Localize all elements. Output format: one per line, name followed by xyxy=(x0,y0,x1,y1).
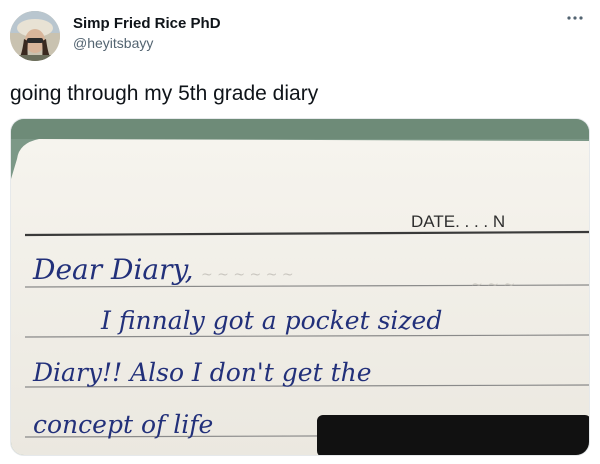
tweet-card: Simp Fried Rice PhD @heyitsbayy going th… xyxy=(0,0,600,464)
more-horizontal-icon xyxy=(567,16,583,20)
author-handle[interactable]: @heyitsbayy xyxy=(73,34,221,52)
svg-text:~ ~ ~: ~ ~ ~ xyxy=(471,277,515,293)
tweet-text: going through my 5th grade diary xyxy=(10,82,319,105)
tweet-media-photo[interactable]: DATE. . . . N ~ ~ ~ ~ ~ ~ ~ ~ ~ Dear Dia… xyxy=(10,118,590,456)
handwriting-line-1: Dear Diary, xyxy=(32,253,193,286)
redaction-block xyxy=(317,415,589,455)
author-display-name[interactable]: Simp Fried Rice PhD xyxy=(73,14,221,34)
diary-photo: DATE. . . . N ~ ~ ~ ~ ~ ~ ~ ~ ~ Dear Dia… xyxy=(11,119,589,455)
handwriting-line-2: I finnaly got a pocket sized xyxy=(100,306,442,335)
tweet-author: Simp Fried Rice PhD @heyitsbayy xyxy=(73,14,221,52)
avatar[interactable] xyxy=(10,11,60,61)
handwriting-line-4: concept of life xyxy=(33,410,213,439)
printed-header: DATE. . . . N xyxy=(411,212,505,231)
avatar-image xyxy=(10,11,60,61)
handwriting-line-3: Diary!! Also I don't get the xyxy=(32,358,372,387)
svg-text:~ ~ ~ ~ ~ ~: ~ ~ ~ ~ ~ ~ xyxy=(201,267,294,283)
more-options-button[interactable] xyxy=(562,8,588,28)
